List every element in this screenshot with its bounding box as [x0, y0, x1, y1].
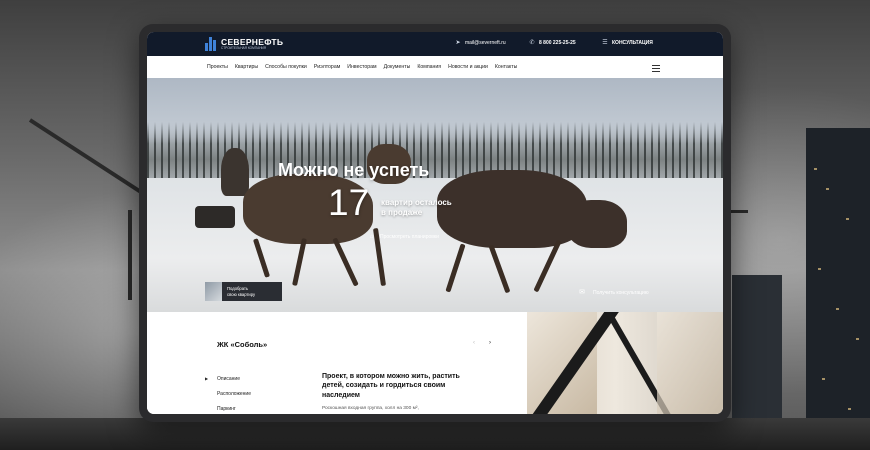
- hero-banner: Можно не успеть 17 квартир осталось в пр…: [147, 78, 723, 312]
- brand-tagline: СТРОИТЕЛЬНАЯ КОМПАНИЯ: [221, 46, 267, 51]
- tablet-frame: СЕВЕРНЕФТЬ СТРОИТЕЛЬНАЯ КОМПАНИЯ ➤ mail@…: [139, 24, 731, 422]
- slider-arrows: ‹ ›: [473, 340, 491, 346]
- hero-subtitle: квартир осталось в продаже: [381, 198, 452, 217]
- next-arrow-icon[interactable]: ›: [489, 340, 491, 346]
- crane-arm-right: [728, 210, 748, 213]
- nav-item-news[interactable]: Новости и акции: [448, 64, 488, 70]
- nav-item-documents[interactable]: Документы: [384, 64, 411, 70]
- project-title: ЖК «Соболь»: [217, 340, 268, 349]
- nav-item-apartments[interactable]: Квартиры: [235, 64, 258, 70]
- construction-site: [0, 418, 870, 450]
- chat-bubble-icon: ✉: [579, 289, 585, 296]
- phone-icon: ✆: [529, 40, 535, 46]
- interior-photo: [527, 312, 723, 414]
- project-body-text: Роскошная входная группа, холл на 300 м²…: [322, 406, 419, 411]
- chat-icon: ☰: [602, 40, 608, 46]
- phone-link[interactable]: ✆ 8 800 225-25-25: [529, 40, 576, 46]
- crane-mast-left: [128, 210, 132, 300]
- send-icon: ➤: [455, 40, 461, 46]
- view-layouts-link[interactable]: ⌂ Просмотреть планировки: [367, 234, 439, 240]
- sled-image: [195, 206, 235, 228]
- nav-item-projects[interactable]: Проекты: [207, 64, 228, 70]
- nav-item-company[interactable]: Компания: [417, 64, 441, 70]
- nav-item-contacts[interactable]: Контакты: [495, 64, 517, 70]
- website-screen: СЕВЕРНЕФТЬ СТРОИТЕЛЬНАЯ КОМПАНИЯ ➤ mail@…: [147, 32, 723, 414]
- logo-mark-icon: [205, 37, 217, 51]
- nav-item-realtors[interactable]: Риэлторам: [314, 64, 340, 70]
- pick-apartment-button[interactable]: Подобрать свою квартиру: [205, 282, 282, 301]
- brand-name: СЕВЕРНЕФТЬ: [221, 36, 284, 47]
- prev-arrow-icon[interactable]: ‹: [473, 340, 475, 346]
- project-headline: Проект, в котором можно жить, растить де…: [322, 373, 460, 399]
- consult-text: КОНСУЛЬТАЦИЯ: [612, 40, 653, 46]
- project-section: ЖК «Соболь» ‹ › Описание Расположение Па…: [147, 312, 723, 414]
- apartments-left-count: 17: [328, 182, 370, 223]
- side-menu-parking[interactable]: Паркинг: [205, 406, 251, 412]
- main-nav: Проекты Квартиры Способы покупки Риэлтор…: [147, 56, 723, 79]
- hamburger-menu-icon[interactable]: [652, 65, 660, 72]
- nav-item-investors[interactable]: Инвесторам: [347, 64, 376, 70]
- email-link[interactable]: ➤ mail@severneft.ru: [455, 40, 506, 46]
- apartment-thumbnail: [205, 282, 222, 301]
- brand-logo[interactable]: СЕВЕРНЕФТЬ СТРОИТЕЛЬНАЯ КОМПАНИЯ: [205, 37, 283, 51]
- phone-text: 8 800 225-25-25: [539, 40, 576, 46]
- tower-building-right: [806, 128, 870, 450]
- reindeer-head-image-2: [567, 200, 627, 248]
- top-bar: СЕВЕРНЕФТЬ СТРОИТЕЛЬНАЯ КОМПАНИЯ ➤ mail@…: [147, 32, 723, 56]
- rider-image: [221, 148, 249, 196]
- nav-item-purchase-methods[interactable]: Способы покупки: [265, 64, 307, 70]
- get-consultation-link[interactable]: ✉ Получить консультацию: [575, 289, 649, 296]
- hero-title: Можно не успеть: [278, 160, 430, 180]
- side-menu-location[interactable]: Расположение: [205, 391, 251, 397]
- email-text: mail@severneft.ru: [465, 40, 506, 46]
- floorplan-icon: ⌂: [369, 234, 374, 240]
- project-side-menu: Описание Расположение Паркинг: [205, 376, 251, 414]
- consult-button[interactable]: ☰ КОНСУЛЬТАЦИЯ: [602, 40, 653, 46]
- side-menu-description[interactable]: Описание: [205, 376, 251, 382]
